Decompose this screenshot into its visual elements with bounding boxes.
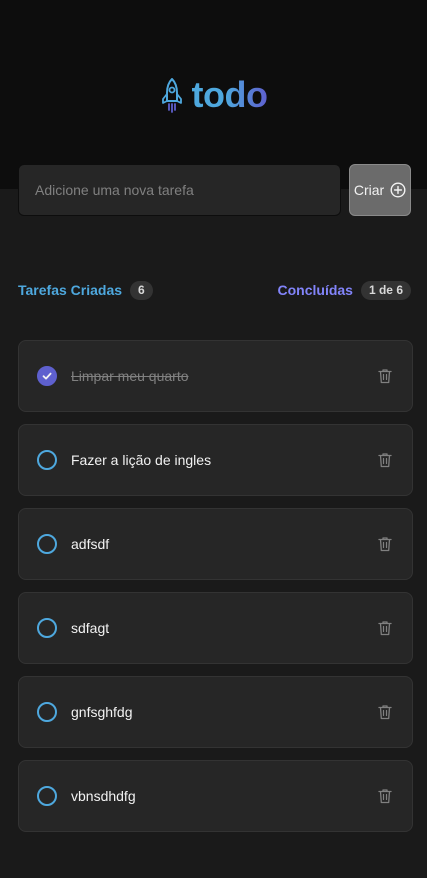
rocket-icon — [161, 78, 182, 113]
create-button-label: Criar — [353, 182, 385, 198]
trash-icon[interactable] — [378, 620, 392, 636]
check-icon — [42, 372, 52, 380]
task-text: Limpar meu quarto — [71, 368, 189, 384]
task-text: vbnsdhdfg — [71, 788, 136, 804]
task-checkbox[interactable] — [37, 786, 57, 806]
logo-text: todo — [191, 74, 268, 115]
plus-circle-icon — [390, 182, 406, 198]
task-checkbox[interactable] — [37, 450, 57, 470]
task-item: sdfagt — [18, 592, 413, 664]
task-text: Fazer a lição de ingles — [71, 452, 212, 468]
task-item: gnfsghfdg — [18, 676, 413, 748]
logo: todo — [0, 74, 427, 116]
new-task-input[interactable] — [18, 164, 341, 216]
task-text: sdfagt — [71, 620, 110, 636]
done-counter: Concluídas 1 de 6 — [277, 280, 411, 300]
task-checkbox[interactable] — [37, 702, 57, 722]
new-task-form: Criar — [18, 164, 411, 216]
trash-icon[interactable] — [378, 704, 392, 720]
task-checkbox[interactable] — [37, 618, 57, 638]
task-checkbox[interactable] — [37, 366, 57, 386]
created-counter-label: Tarefas Criadas — [18, 282, 123, 298]
task-checkbox[interactable] — [37, 534, 57, 554]
task-list: Limpar meu quarto Fazer a lição de ingle… — [18, 340, 413, 832]
task-item: adfsdf — [18, 508, 413, 580]
create-button[interactable]: Criar — [349, 164, 411, 216]
trash-icon[interactable] — [378, 536, 392, 552]
task-counters: Tarefas Criadas 6 Concluídas 1 de 6 — [18, 280, 411, 300]
created-counter: Tarefas Criadas 6 — [18, 280, 153, 300]
trash-icon[interactable] — [378, 368, 392, 384]
created-count-badge: 6 — [130, 280, 153, 300]
trash-icon[interactable] — [378, 452, 392, 468]
task-item: Fazer a lição de ingles — [18, 424, 413, 496]
done-count-badge: 1 de 6 — [360, 280, 411, 300]
task-text: gnfsghfdg — [71, 704, 133, 720]
task-item: Limpar meu quarto — [18, 340, 413, 412]
task-text: adfsdf — [71, 536, 110, 552]
trash-icon[interactable] — [378, 788, 392, 804]
task-item: vbnsdhdfg — [18, 760, 413, 832]
done-counter-label: Concluídas — [277, 282, 353, 298]
